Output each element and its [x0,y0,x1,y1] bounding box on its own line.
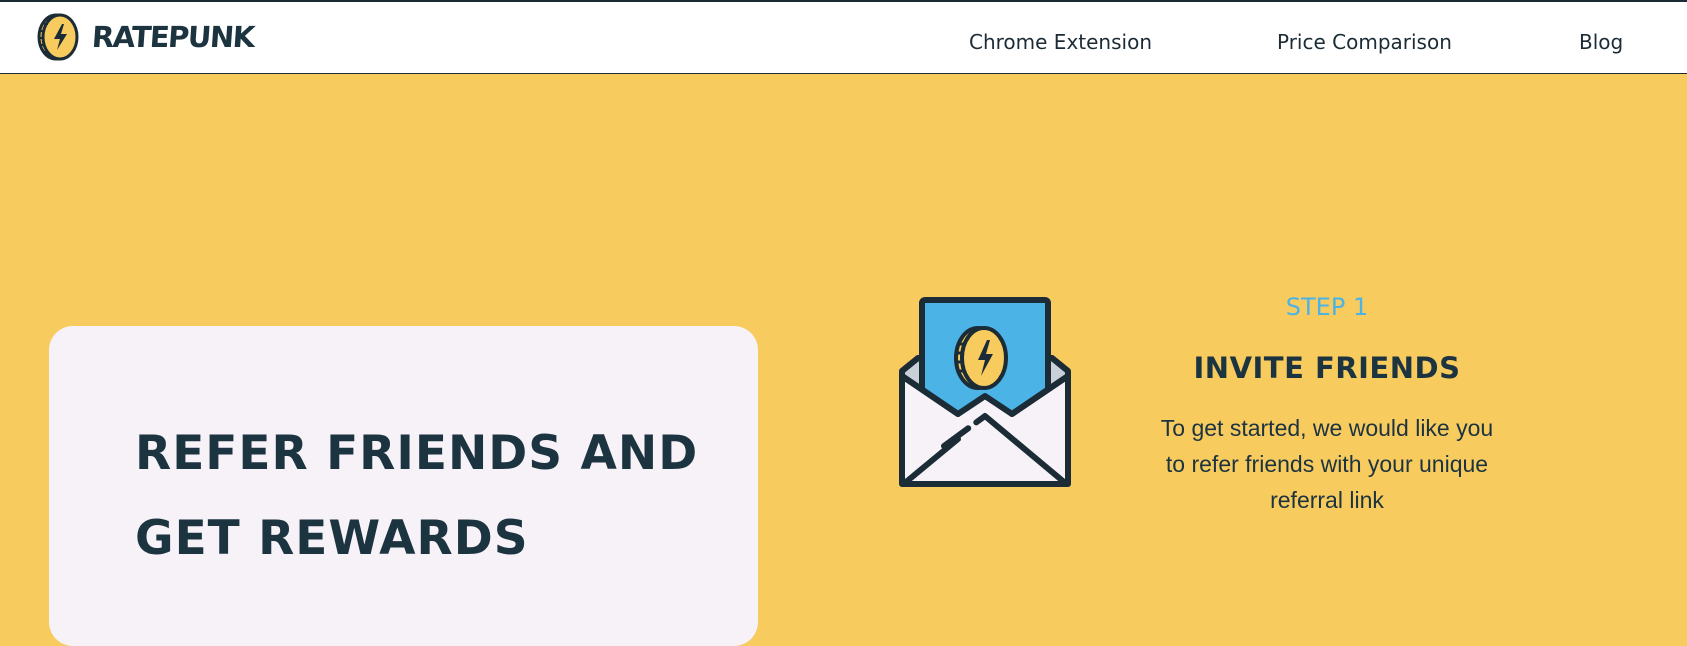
logo-text: RATEPUNK [90,20,255,54]
hero-title: REFER FRIENDS AND GET REWARDS [135,426,699,566]
lightning-coin-icon [37,13,79,61]
hero-card: REFER FRIENDS AND GET REWARDS [49,326,758,646]
step-description: To get started, we would like you to ref… [1160,415,1494,513]
ratepunk-logo[interactable]: RATEPUNK [37,12,255,62]
nav-price-comparison[interactable]: Price Comparison [1277,30,1452,54]
nav-blog[interactable]: Blog [1579,30,1623,54]
envelope-with-coin-icon [898,296,1072,493]
step-title: INVITE FRIENDS [1193,351,1461,385]
nav-chrome-extension[interactable]: Chrome Extension [969,30,1152,54]
step-label: STEP 1 [1285,293,1369,321]
site-header: RATEPUNK Chrome Extension Price Comparis… [0,0,1687,74]
